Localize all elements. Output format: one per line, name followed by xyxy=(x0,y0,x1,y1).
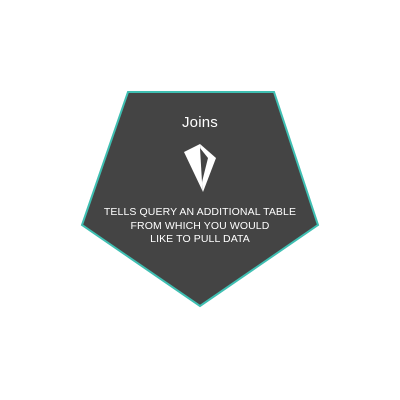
card-title: Joins xyxy=(181,114,219,131)
pentagon-card xyxy=(80,91,320,308)
description-line-3: LIKE TO PULL DATA xyxy=(150,233,250,245)
description-line-1: TELLS QUERY AN ADDITIONAL TABLE xyxy=(103,206,297,218)
card-description: TELLS QUERY AN ADDITIONAL TABLE FROM WHI… xyxy=(90,206,310,247)
diagram-canvas: Joins TELLS QUERY AN ADDITIONAL TABLE FR… xyxy=(0,0,400,400)
description-line-2: FROM WHICH YOU WOULD xyxy=(130,219,270,232)
